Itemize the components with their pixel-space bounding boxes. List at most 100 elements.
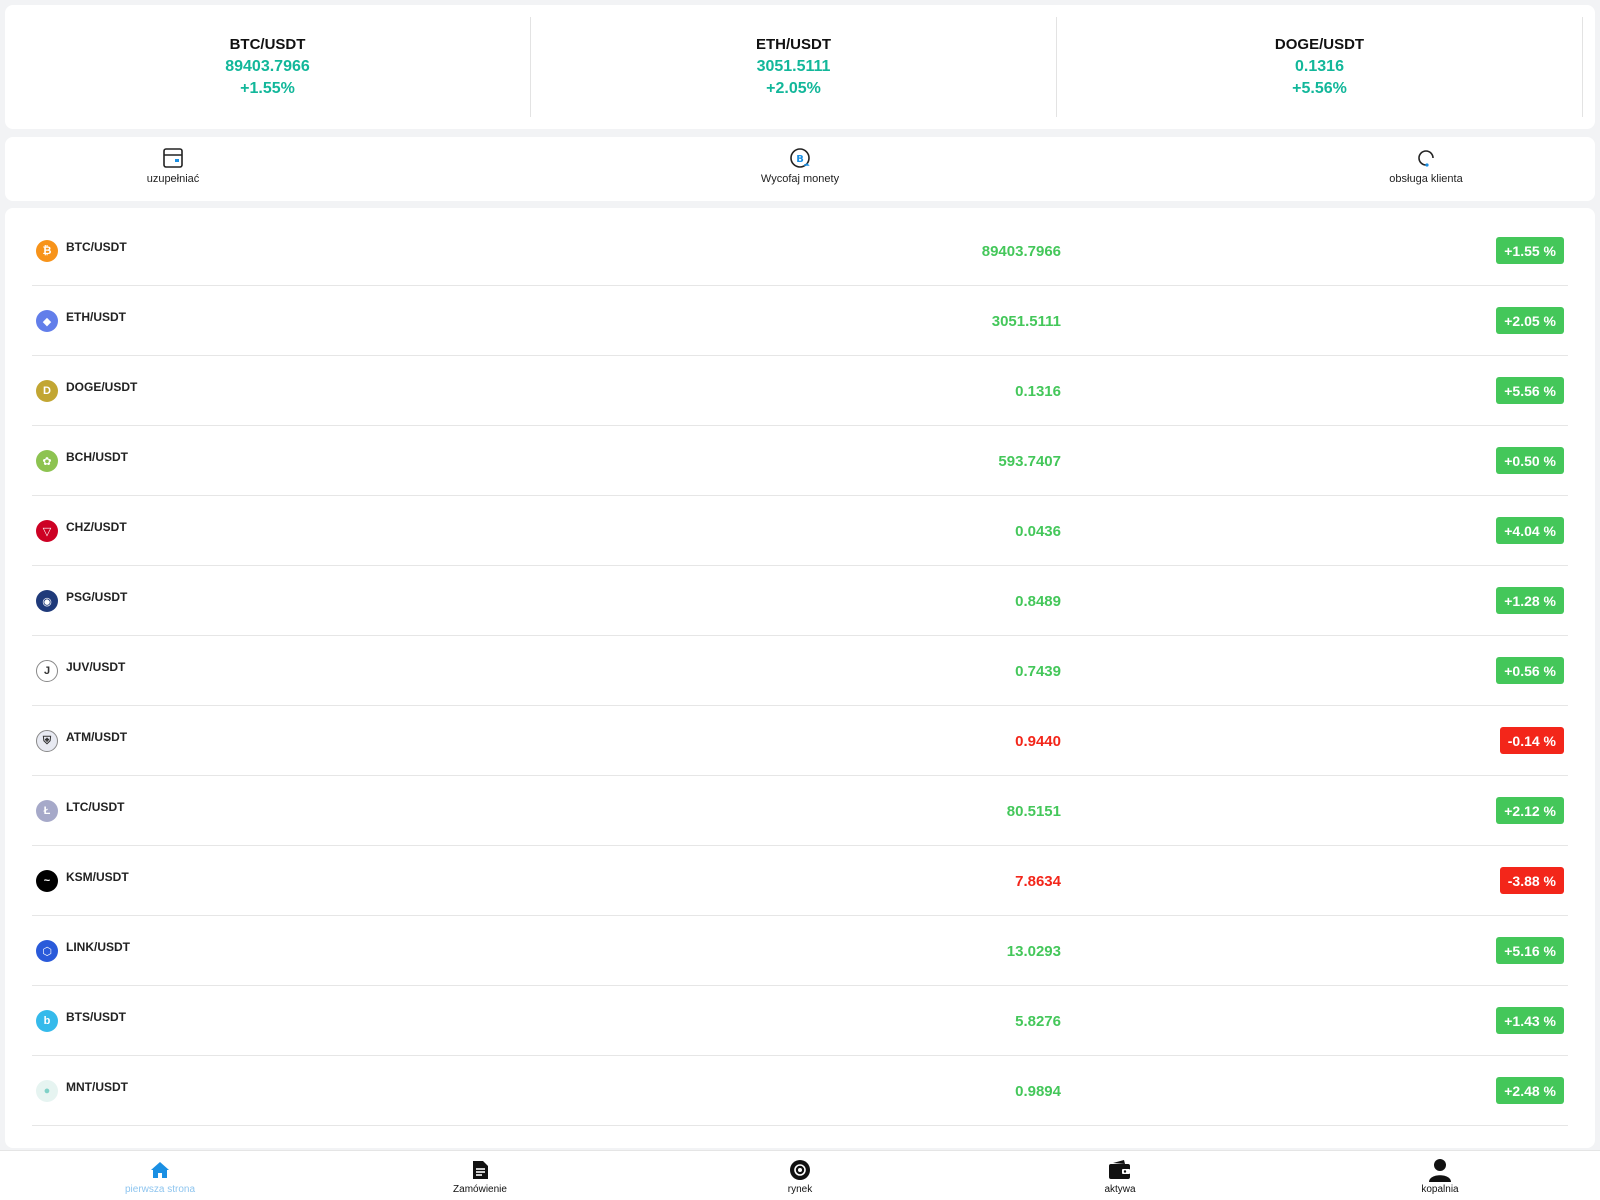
market-row[interactable]: ⬡ LINK/USDT 13.0293 +5.16 %: [32, 916, 1568, 986]
home-icon: [147, 1157, 173, 1183]
coin-symbol: LINK/USDT: [66, 940, 130, 954]
bottom-nav: pierwsza strona Zamówienie rynek aktywa …: [0, 1150, 1600, 1200]
coin-symbol: BTS/USDT: [66, 1010, 126, 1024]
change-badge: -3.88 %: [1499, 867, 1564, 894]
change-badge: -0.14 %: [1499, 727, 1564, 754]
coin-icon: ~: [36, 870, 58, 892]
coin-icon: ✿: [36, 450, 58, 472]
market-row[interactable]: Ł LTC/USDT 80.5151 +2.12 %: [32, 776, 1568, 846]
svg-text:B: B: [796, 154, 804, 165]
change-badge: +0.56 %: [1496, 657, 1564, 684]
nav-label: kopalnia: [1421, 1184, 1459, 1195]
coin-symbol: BTC/USDT: [66, 240, 127, 254]
coin-icon: J: [36, 660, 58, 682]
coin-price: 0.9894: [1015, 1083, 1061, 1100]
market-row[interactable]: ~ KSM/USDT 7.8634 -3.88 %: [32, 846, 1568, 916]
coin-price: 5.8276: [1015, 1013, 1061, 1030]
nav-label: pierwsza strona: [124, 1184, 196, 1195]
coin-icon: ⬡: [36, 940, 58, 962]
nav-market[interactable]: rynek: [730, 1157, 870, 1195]
change-badge: +2.48 %: [1496, 1077, 1564, 1104]
document-icon: [467, 1157, 493, 1183]
coin-withdraw-icon: B: [787, 145, 813, 171]
market-row[interactable]: b BTS/USDT 5.8276 +1.43 %: [32, 986, 1568, 1056]
nav-home[interactable]: pierwsza strona: [90, 1157, 230, 1195]
ticker-panel: BTC/USDT 89403.7966 +1.55% ETH/USDT 3051…: [5, 5, 1595, 129]
coin-symbol: MNT/USDT: [66, 1080, 128, 1094]
market-row[interactable]: ◉ PSG/USDT 0.8489 +1.28 %: [32, 566, 1568, 636]
user-icon: [1427, 1157, 1453, 1183]
ticker-card[interactable]: ETH/USDT 3051.5111 +2.05%: [531, 17, 1057, 117]
coin-symbol: BCH/USDT: [66, 450, 128, 464]
withdraw-button[interactable]: B Wycofaj monety: [720, 145, 880, 185]
deposit-button[interactable]: uzupełniać: [93, 145, 253, 185]
support-label: obsługa klienta: [1389, 173, 1463, 185]
ticker-symbol: ETH/USDT: [756, 36, 831, 53]
coin-symbol: KSM/USDT: [66, 870, 129, 884]
market-row[interactable]: ● MNT/USDT 0.9894 +2.48 %: [32, 1056, 1568, 1126]
coin-symbol: DOGE/USDT: [66, 380, 138, 394]
wallet-card-icon: [160, 145, 186, 171]
nav-assets[interactable]: aktywa: [1050, 1157, 1190, 1195]
market-row[interactable]: ▽ CHZ/USDT 0.0436 +4.04 %: [32, 496, 1568, 566]
coin-price: 593.7407: [998, 453, 1061, 470]
coin-icon: ⛨: [36, 730, 58, 752]
coin-price: 0.1316: [1015, 383, 1061, 400]
change-badge: +1.55 %: [1496, 237, 1564, 264]
withdraw-label: Wycofaj monety: [760, 173, 840, 185]
change-badge: +1.43 %: [1496, 1007, 1564, 1034]
nav-mining[interactable]: kopalnia: [1370, 1157, 1510, 1195]
market-row[interactable]: ⛨ ATM/USDT 0.9440 -0.14 %: [32, 706, 1568, 776]
change-badge: +2.12 %: [1496, 797, 1564, 824]
coin-symbol: LTC/USDT: [66, 800, 125, 814]
coin-price: 0.8489: [1015, 593, 1061, 610]
coin-price: 7.8634: [1015, 873, 1061, 890]
ticker-card[interactable]: DOGE/USDT 0.1316 +5.56%: [1057, 17, 1583, 117]
ticker-symbol: DOGE/USDT: [1274, 36, 1365, 53]
coin-price: 0.7439: [1015, 663, 1061, 680]
coin-price: 0.0436: [1015, 523, 1061, 540]
market-row[interactable]: ₿ BTC/USDT 89403.7966 +1.55 %: [32, 216, 1568, 286]
market-row[interactable]: D DOGE/USDT 0.1316 +5.56 %: [32, 356, 1568, 426]
coin-symbol: JUV/USDT: [66, 660, 126, 674]
coin-icon: Ł: [36, 800, 58, 822]
market-row[interactable]: J JUV/USDT 0.7439 +0.56 %: [32, 636, 1568, 706]
coin-icon: b: [36, 1010, 58, 1032]
quick-actions: uzupełniać B Wycofaj monety obsługa klie…: [5, 137, 1595, 201]
nav-label: aktywa: [1104, 1184, 1136, 1195]
coin-price: 0.9440: [1015, 733, 1061, 750]
market-row[interactable]: ◆ ETH/USDT 3051.5111 +2.05 %: [32, 286, 1568, 356]
coin-icon: ▽: [36, 520, 58, 542]
coin-symbol: CHZ/USDT: [66, 520, 127, 534]
ticker-card[interactable]: BTC/USDT 89403.7966 +1.55%: [5, 17, 531, 117]
coin-icon: ₿: [36, 240, 58, 262]
market-row[interactable]: ✿ BCH/USDT 593.7407 +0.50 %: [32, 426, 1568, 496]
nav-label: rynek: [787, 1184, 813, 1195]
ticker-change: +5.56%: [1292, 80, 1347, 97]
wallet-icon: [1107, 1157, 1133, 1183]
support-button[interactable]: obsługa klienta: [1346, 145, 1506, 185]
change-badge: +5.56 %: [1496, 377, 1564, 404]
change-badge: +0.50 %: [1496, 447, 1564, 474]
coin-price: 13.0293: [1006, 943, 1061, 960]
change-badge: +1.28 %: [1496, 587, 1564, 614]
headset-icon: [1413, 145, 1439, 171]
change-badge: +4.04 %: [1496, 517, 1564, 544]
ticker-price: 0.1316: [1295, 58, 1344, 75]
coin-icon: ●: [36, 1080, 58, 1102]
market-list: ₿ BTC/USDT 89403.7966 +1.55 % ◆ ETH/USDT 3051.…: [5, 208, 1595, 1148]
coin-symbol: ETH/USDT: [66, 310, 126, 324]
nav-orders[interactable]: Zamówienie: [410, 1157, 550, 1195]
nav-label: Zamówienie: [453, 1184, 507, 1195]
coin-icon: D: [36, 380, 58, 402]
coin-icon: ◆: [36, 310, 58, 332]
coin-price: 89403.7966: [981, 243, 1061, 260]
market-icon: [787, 1157, 813, 1183]
ticker-price: 89403.7966: [225, 58, 310, 75]
ticker-change: +1.55%: [240, 80, 295, 97]
coin-price: 80.5151: [1006, 803, 1061, 820]
ticker-symbol: BTC/USDT: [229, 36, 306, 53]
change-badge: +5.16 %: [1496, 937, 1564, 964]
coin-icon: ◉: [36, 590, 58, 612]
ticker-change: +2.05%: [766, 80, 821, 97]
